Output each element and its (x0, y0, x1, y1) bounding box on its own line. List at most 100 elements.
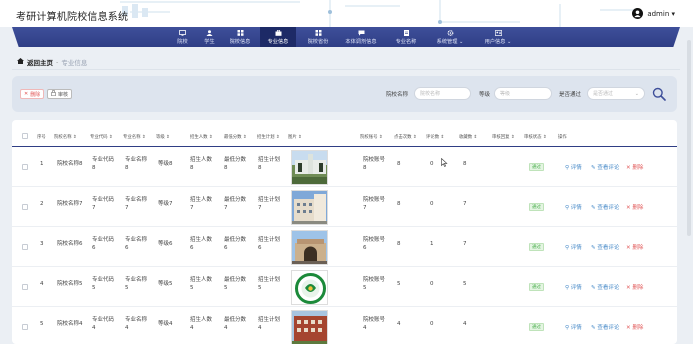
cell-account: 院校账号 8 (363, 157, 386, 171)
nav-item-schools[interactable]: 院校 (174, 27, 191, 47)
cell-comments: 0 (430, 201, 434, 207)
chat-icon (358, 30, 365, 36)
cell-enroll: 招生人数 5 (190, 277, 213, 291)
table-row: 5 院校名称4 专业代码 4 专业名称 4 等级4 招生人数 4 最低分数 4 招生计划 4 院… (12, 307, 677, 344)
mouse-cursor-icon (441, 158, 448, 167)
delete-row-label: 删除 (632, 205, 644, 211)
cell-clicks: 5 (397, 281, 401, 287)
select-all-checkbox[interactable] (22, 133, 28, 139)
delete-button[interactable]: ✕ 删除 (20, 89, 45, 99)
detail-button[interactable]: ⚲ 评情 (565, 283, 582, 291)
detail-label: 评情 (570, 205, 582, 211)
table-header: 序号 院校名称 ⇕ 专业代码 ⇕ 专业名称 ⇕ 等级 ⇕ 招生人数 ⇕ 最低分数… (12, 125, 677, 147)
nav-item-label: 用户信息 ⌄ (484, 38, 512, 45)
cell-min-score: 最低分数 6 (224, 237, 247, 251)
nav-item-school-info[interactable]: 院校信息 (226, 27, 254, 47)
view-comments-button[interactable]: ✎ 查看评论 (591, 323, 619, 331)
cell-index: 5 (40, 321, 44, 327)
detail-button[interactable]: ⚲ 评情 (565, 323, 582, 331)
row-checkbox[interactable] (22, 164, 28, 170)
school-image (291, 150, 328, 185)
scrollbar[interactable] (687, 40, 691, 236)
view-comments-button[interactable]: ✎ 查看评论 (591, 163, 619, 171)
delete-row-button[interactable]: ✕ 删除 (626, 163, 643, 171)
status-badge: 通过 (529, 243, 544, 251)
nav-item-major-info[interactable]: 专业信息 (260, 27, 296, 47)
passed-select[interactable]: 是否通过 ⌄ (587, 87, 645, 100)
cell-plan: 招生计划 5 (258, 277, 281, 291)
column-header[interactable]: 院校账号 ⇕ (360, 134, 383, 140)
nav-item-label: 院校 (177, 38, 188, 45)
column-header[interactable]: 专业名称 ⇕ (123, 134, 146, 140)
nav-item-students[interactable]: 学生 (201, 27, 218, 47)
cell-school: 院校名称6 (57, 241, 83, 247)
search-icon[interactable] (652, 87, 666, 101)
column-header[interactable]: 招生计划 ⇕ (257, 134, 280, 140)
avatar-icon (632, 8, 644, 19)
school-name-label: 院校名称 (386, 92, 409, 98)
cell-level: 等级6 (158, 241, 173, 247)
detail-label: 评情 (570, 245, 582, 251)
cell-favorites: 7 (463, 241, 467, 247)
cell-account: 院校账号 4 (363, 317, 386, 331)
delete-row-label: 删除 (632, 165, 644, 171)
row-checkbox[interactable] (22, 324, 28, 330)
divider (12, 69, 680, 70)
nav-item-provinces[interactable]: 院校省份 (304, 27, 332, 47)
level-input[interactable]: 等级 (494, 87, 552, 100)
grid-icon (315, 29, 322, 36)
column-header[interactable]: 最低分数 ⇕ (224, 134, 247, 140)
nav-item-major-names[interactable]: 专业名称 (392, 27, 420, 47)
column-header[interactable]: 院校名称 ⇕ (54, 134, 77, 140)
table-row: 3 院校名称6 专业代码 6 专业名称 6 等级6 招生人数 6 最低分数 6 招生计划 6 院… (12, 227, 677, 267)
nav-item-user-info[interactable]: 用户信息 ⌄ (480, 27, 516, 47)
row-checkbox[interactable] (22, 204, 28, 210)
delete-row-button[interactable]: ✕ 删除 (626, 203, 643, 211)
table-row: 1 院校名称8 专业代码 8 专业名称 8 等级8 招生人数 8 最低分数 8 招生计划 8 院… (12, 147, 677, 187)
cell-comments: 1 (430, 241, 434, 247)
user-menu[interactable]: admin ▾ (632, 8, 675, 19)
breadcrumb-separator: - (56, 58, 59, 66)
column-header[interactable]: 招生人数 ⇕ (190, 134, 213, 140)
nav-item-adjustment[interactable]: 本体调剂信息 (342, 27, 380, 47)
user-card-icon (494, 29, 502, 36)
cell-major: 专业名称 6 (125, 237, 148, 251)
detail-button[interactable]: ⚲ 评情 (565, 243, 582, 251)
column-header[interactable]: 点击次数 ⇕ (394, 134, 417, 140)
column-header[interactable]: 图片 ⇕ (288, 134, 302, 140)
cell-level: 等级8 (158, 161, 173, 167)
cell-account: 院校账号 5 (363, 277, 386, 291)
row-checkbox[interactable] (22, 284, 28, 290)
nav-item-system-admin[interactable]: 系统管理 ⌄ (432, 27, 468, 47)
column-header[interactable]: 收藏数 ⇕ (459, 134, 477, 140)
cell-min-score: 最低分数 8 (224, 157, 247, 171)
view-comments-button[interactable]: ✎ 查看评论 (591, 283, 619, 291)
cell-index: 3 (40, 241, 44, 247)
view-comments-button[interactable]: ✎ 查看评论 (591, 243, 619, 251)
delete-row-button[interactable]: ✕ 删除 (626, 243, 643, 251)
view-comments-label: 查看评论 (597, 285, 620, 291)
nav-item-label: 专业信息 (267, 38, 289, 45)
detail-label: 评情 (570, 325, 582, 331)
column-header[interactable]: 评论数 ⇕ (426, 134, 444, 140)
detail-button[interactable]: ⚲ 评情 (565, 203, 582, 211)
delete-row-button[interactable]: ✕ 删除 (626, 283, 643, 291)
briefcase-icon (275, 29, 282, 36)
gear-icon (447, 29, 454, 36)
column-header[interactable]: 专业代码 ⇕ (90, 134, 113, 140)
delete-row-button[interactable]: ✕ 删除 (626, 323, 643, 331)
view-comments-button[interactable]: ✎ 查看评论 (591, 203, 619, 211)
detail-button[interactable]: ⚲ 评情 (565, 163, 582, 171)
column-header[interactable]: 审核状态 ⇕ (524, 134, 547, 140)
row-checkbox[interactable] (22, 244, 28, 250)
school-name-input[interactable]: 院校名称 (414, 87, 471, 100)
nav-item-label: 系统管理 ⌄ (436, 38, 464, 45)
close-icon: ✕ (24, 91, 29, 97)
column-header[interactable]: 等级 ⇕ (156, 134, 170, 140)
column-header[interactable]: 审核回复 ⇕ (492, 134, 515, 140)
lock-icon (51, 90, 56, 98)
breadcrumb-home-link[interactable]: 返回主页 (27, 57, 53, 67)
cell-major: 专业名称 7 (125, 197, 148, 211)
cell-code: 专业代码 8 (92, 157, 115, 171)
audit-button[interactable]: 审核 (47, 89, 73, 99)
